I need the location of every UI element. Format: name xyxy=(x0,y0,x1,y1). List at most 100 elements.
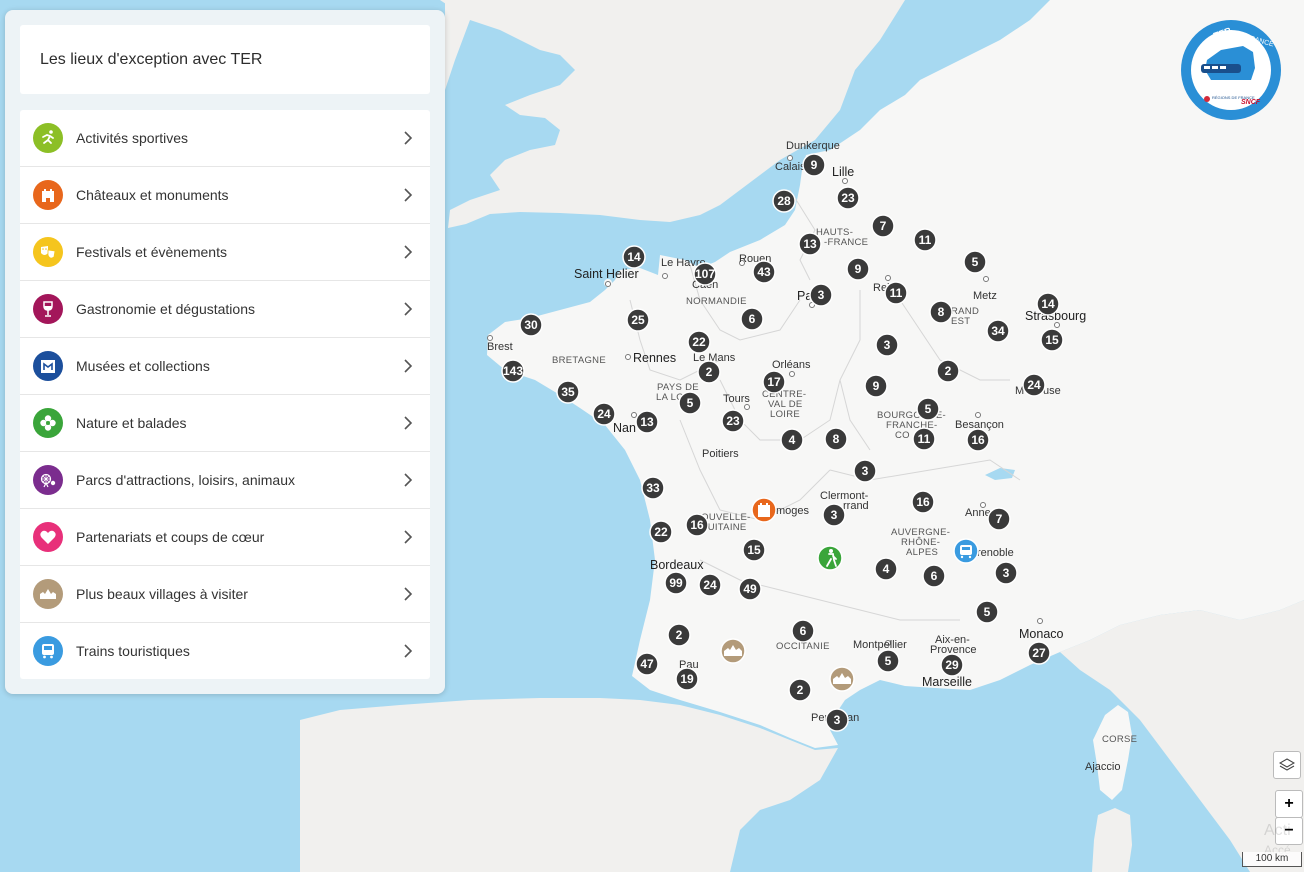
category-item-parcs[interactable]: Parcs d'attractions, loisirs, animaux xyxy=(20,452,430,509)
zoom-in-button[interactable]: + xyxy=(1275,790,1303,818)
cluster-marker[interactable]: 2 xyxy=(936,359,960,383)
cluster-marker[interactable]: 2 xyxy=(788,678,812,702)
cluster-marker[interactable]: 35 xyxy=(556,380,580,404)
cluster-marker[interactable]: 13 xyxy=(798,232,822,256)
cluster-marker[interactable]: 43 xyxy=(752,260,776,284)
cluster-marker[interactable]: 9 xyxy=(864,374,888,398)
city-label: Ajaccio xyxy=(1085,761,1120,773)
cluster-marker[interactable]: 11 xyxy=(912,427,936,451)
cluster-marker[interactable]: 6 xyxy=(922,564,946,588)
cluster-marker[interactable]: 14 xyxy=(622,245,646,269)
village-icon[interactable] xyxy=(829,666,855,692)
cluster-marker[interactable]: 5 xyxy=(975,600,999,624)
cluster-marker[interactable]: 5 xyxy=(678,391,702,415)
cluster-marker[interactable]: 15 xyxy=(742,538,766,562)
cluster-marker[interactable]: 11 xyxy=(884,281,908,305)
cluster-marker[interactable]: 13 xyxy=(635,410,659,434)
city-label: Rennes xyxy=(633,351,676,365)
ferris-wheel-icon xyxy=(33,465,63,495)
cluster-marker[interactable]: 23 xyxy=(836,186,860,210)
cluster-marker[interactable]: 3 xyxy=(853,459,877,483)
cluster-marker[interactable]: 6 xyxy=(740,307,764,331)
cluster-marker[interactable]: 2 xyxy=(667,623,691,647)
city-label: Tours xyxy=(723,393,750,405)
cluster-marker[interactable]: 7 xyxy=(987,507,1011,531)
cluster-marker[interactable]: 16 xyxy=(911,490,935,514)
cluster-marker[interactable]: 3 xyxy=(809,283,833,307)
category-item-activites-sportives[interactable]: Activités sportives xyxy=(20,110,430,167)
cluster-marker[interactable]: 30 xyxy=(519,313,543,337)
svg-text:23: 23 xyxy=(841,191,855,205)
cluster-marker[interactable]: 4 xyxy=(780,428,804,452)
cluster-marker[interactable]: 34 xyxy=(986,319,1010,343)
svg-text:15: 15 xyxy=(1045,333,1059,347)
heart-icon xyxy=(33,522,63,552)
cluster-marker[interactable]: 24 xyxy=(698,573,722,597)
city-label: Anne xyxy=(965,507,991,519)
cluster-marker[interactable]: 47 xyxy=(635,652,659,676)
svg-text:24: 24 xyxy=(1027,378,1041,392)
cluster-marker[interactable]: 4 xyxy=(874,557,898,581)
cluster-marker[interactable]: 5 xyxy=(963,250,987,274)
cluster-marker[interactable]: 15 xyxy=(1040,328,1064,352)
cluster-marker[interactable]: 7 xyxy=(871,214,895,238)
cluster-marker[interactable]: 3 xyxy=(825,708,849,732)
cluster-marker[interactable]: 25 xyxy=(626,308,650,332)
hiker-icon[interactable] xyxy=(817,545,843,571)
category-label: Plus beaux villages à visiter xyxy=(76,586,248,602)
region-label: BRETAGNE xyxy=(552,355,606,366)
svg-text:5: 5 xyxy=(984,605,991,619)
cluster-marker[interactable]: 28 xyxy=(772,189,796,213)
cluster-marker[interactable]: 49 xyxy=(738,577,762,601)
city-label: Dunkerque xyxy=(786,140,840,152)
village-icon[interactable] xyxy=(720,638,746,664)
cluster-marker[interactable]: 14 xyxy=(1036,292,1060,316)
train-icon[interactable] xyxy=(953,538,979,564)
cluster-marker[interactable]: 27 xyxy=(1027,641,1051,665)
cluster-marker[interactable]: 33 xyxy=(641,476,665,500)
cluster-marker[interactable]: 8 xyxy=(929,300,953,324)
category-item-trains[interactable]: Trains touristiques xyxy=(20,623,430,679)
svg-text:13: 13 xyxy=(640,415,654,429)
svg-text:43: 43 xyxy=(757,265,771,279)
cluster-marker[interactable]: 9 xyxy=(802,153,826,177)
category-item-festivals[interactable]: Festivals et évènements xyxy=(20,224,430,281)
cluster-marker[interactable]: 22 xyxy=(687,330,711,354)
cluster-marker[interactable]: 5 xyxy=(876,649,900,673)
cluster-marker[interactable]: 3 xyxy=(875,333,899,357)
cluster-marker[interactable]: 29 xyxy=(940,653,964,677)
cluster-marker[interactable]: 3 xyxy=(994,561,1018,585)
category-item-chateaux[interactable]: Châteaux et monuments xyxy=(20,167,430,224)
cluster-marker[interactable]: 11 xyxy=(913,228,937,252)
castle-icon[interactable] xyxy=(751,497,777,523)
cluster-marker[interactable]: 19 xyxy=(675,667,699,691)
cluster-marker[interactable]: 5 xyxy=(916,397,940,421)
runner-icon xyxy=(33,123,63,153)
cluster-marker[interactable]: 2 xyxy=(697,360,721,384)
category-item-partenariats[interactable]: Partenariats et coups de cœur xyxy=(20,509,430,566)
layers-button[interactable] xyxy=(1273,751,1301,779)
cluster-marker[interactable]: 24 xyxy=(1022,373,1046,397)
cluster-marker[interactable]: 6 xyxy=(791,619,815,643)
cluster-marker[interactable]: 99 xyxy=(664,571,688,595)
svg-text:11: 11 xyxy=(918,432,931,446)
cluster-marker[interactable]: 16 xyxy=(685,513,709,537)
city-label: Lille xyxy=(832,165,854,179)
svg-text:6: 6 xyxy=(800,624,807,638)
cluster-marker[interactable]: 8 xyxy=(824,427,848,451)
cluster-marker[interactable]: 24 xyxy=(592,402,616,426)
category-item-nature[interactable]: Nature et balades xyxy=(20,395,430,452)
cluster-marker[interactable]: 16 xyxy=(966,428,990,452)
cluster-marker[interactable]: 107 xyxy=(693,262,717,286)
cluster-marker[interactable]: 22 xyxy=(649,520,673,544)
category-item-gastronomie[interactable]: Gastronomie et dégustations xyxy=(20,281,430,338)
cluster-marker[interactable]: 3 xyxy=(822,503,846,527)
cluster-marker[interactable]: 143 xyxy=(501,359,525,383)
category-item-villages[interactable]: Plus beaux villages à visiter xyxy=(20,566,430,623)
cluster-marker[interactable]: 9 xyxy=(846,257,870,281)
svg-text:24: 24 xyxy=(597,407,611,421)
cluster-marker[interactable]: 23 xyxy=(721,409,745,433)
svg-text:34: 34 xyxy=(991,324,1005,338)
category-item-musees[interactable]: Musées et collections xyxy=(20,338,430,395)
cluster-marker[interactable]: 17 xyxy=(762,370,786,394)
